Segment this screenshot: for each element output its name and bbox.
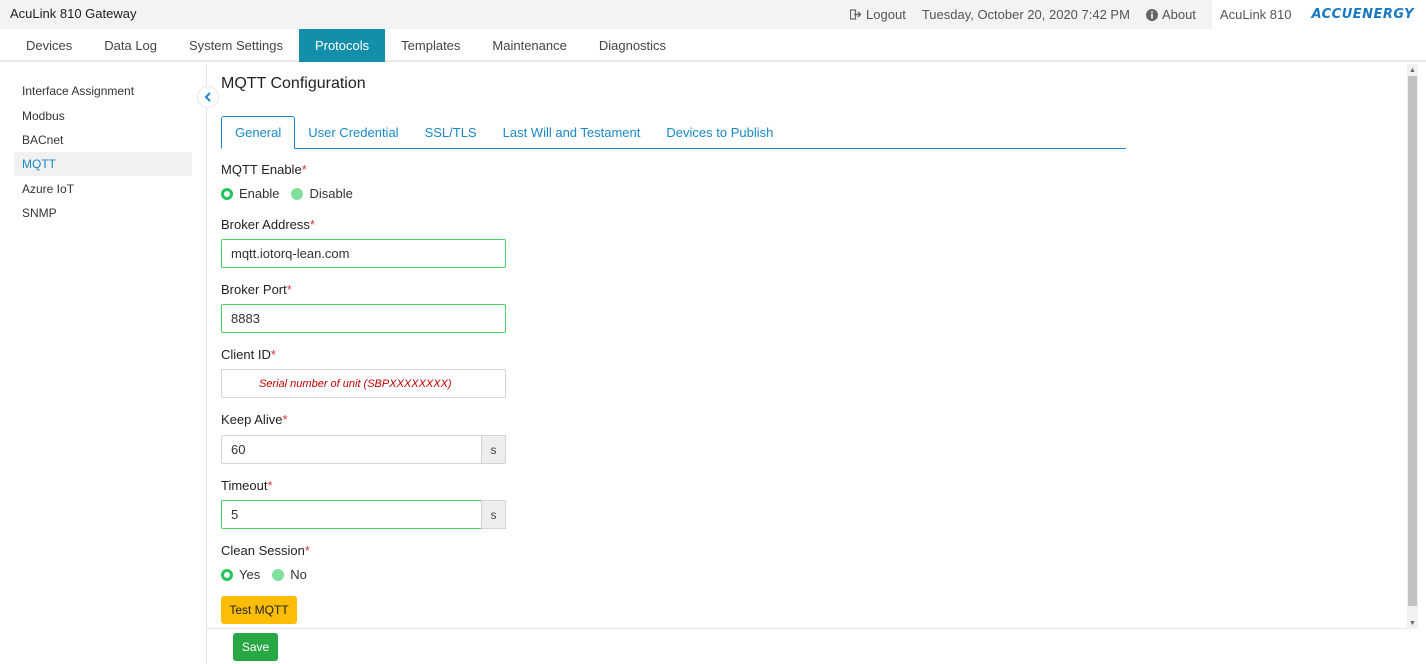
keep-alive-label-text: Keep Alive <box>221 412 283 427</box>
sidebar-collapse-button[interactable] <box>197 86 219 108</box>
test-mqtt-button[interactable]: Test MQTT <box>221 596 297 624</box>
vertical-scrollbar[interactable]: ▲ ▼ <box>1407 64 1418 629</box>
required-marker: * <box>301 162 307 177</box>
nav-templates[interactable]: Templates <box>385 29 476 62</box>
save-button[interactable]: Save <box>233 633 278 661</box>
top-bar: AcuLink 810 Gateway Logout Tuesday, Octo… <box>0 0 1426 29</box>
broker-port-label: Broker Port* <box>221 282 292 297</box>
logout-label: Logout <box>866 7 906 22</box>
tab-last-will[interactable]: Last Will and Testament <box>490 116 654 149</box>
info-circle-icon <box>1145 8 1158 21</box>
timeout-label: Timeout* <box>221 478 273 493</box>
sign-out-icon <box>850 9 862 20</box>
sidebar: Interface Assignment Modbus BACnet MQTT … <box>0 64 207 664</box>
radio-enable[interactable] <box>221 187 233 200</box>
client-id-label-text: Client ID <box>221 347 271 362</box>
required-marker: * <box>304 543 310 558</box>
clean-session-label-text: Clean Session <box>221 543 305 558</box>
about-label: About <box>1161 7 1196 22</box>
logo-text: ACCUENERGY <box>1311 7 1414 22</box>
config-tabs: General User Credential SSL/TLS Last Wil… <box>221 116 1126 149</box>
radio-disable[interactable] <box>291 187 304 200</box>
sidebar-item-mqtt[interactable]: MQTT <box>14 152 192 176</box>
timeout-value: 5 <box>231 507 239 522</box>
nav-data-log[interactable]: Data Log <box>88 29 173 62</box>
nav-protocols[interactable]: Protocols <box>298 29 386 62</box>
broker-port-input[interactable]: 8883 <box>221 304 506 333</box>
nav-devices[interactable]: Devices <box>0 29 88 62</box>
footer-divider <box>207 628 1407 629</box>
about-link[interactable]: About <box>1145 7 1196 22</box>
mqtt-enable-radios: Enable Disable <box>221 186 365 201</box>
scroll-down-arrow-icon[interactable]: ▼ <box>1407 618 1418 628</box>
top-right-group: Logout Tuesday, October 20, 2020 7:42 PM… <box>850 0 1426 29</box>
radio-enable-label[interactable]: Enable <box>239 186 279 201</box>
broker-port-label-text: Broker Port <box>221 282 287 297</box>
sidebar-item-interface-assignment[interactable]: Interface Assignment <box>14 79 192 103</box>
broker-address-label: Broker Address* <box>221 217 315 232</box>
required-marker: * <box>286 282 292 297</box>
radio-no[interactable] <box>272 568 285 581</box>
radio-no-label[interactable]: No <box>290 567 307 582</box>
brand-logo: ACCUENERGY <box>1301 0 1426 29</box>
scroll-up-arrow-icon[interactable]: ▲ <box>1407 65 1418 75</box>
sidebar-item-azure-iot[interactable]: Azure IoT <box>14 177 192 201</box>
tab-ssl-tls[interactable]: SSL/TLS <box>412 116 490 149</box>
tab-general[interactable]: General <box>221 116 296 149</box>
broker-address-value: mqtt.iotorq-lean.com <box>231 246 350 261</box>
required-marker: * <box>267 478 273 493</box>
logout-link[interactable]: Logout <box>850 7 906 22</box>
keep-alive-input[interactable]: 60 <box>221 435 482 464</box>
sidebar-item-snmp[interactable]: SNMP <box>14 201 192 225</box>
required-marker: * <box>309 217 315 232</box>
radio-yes[interactable] <box>221 568 233 581</box>
mqtt-enable-label: MQTT Enable* <box>221 162 307 177</box>
keep-alive-label: Keep Alive* <box>221 412 288 427</box>
client-id-input[interactable]: Serial number of unit (SBPXXXXXXXX) <box>221 369 506 398</box>
keep-alive-unit: s <box>481 435 506 464</box>
timeout-label-text: Timeout <box>221 478 268 493</box>
required-marker: * <box>282 412 288 427</box>
main-nav: Devices Data Log System Settings Protoco… <box>0 29 1426 62</box>
client-id-label: Client ID* <box>221 347 276 362</box>
page-title: MQTT Configuration <box>221 75 366 92</box>
chevron-left-icon <box>204 92 211 102</box>
datetime-display: Tuesday, October 20, 2020 7:42 PM <box>921 7 1130 22</box>
nav-maintenance[interactable]: Maintenance <box>476 29 582 62</box>
radio-disable-label[interactable]: Disable <box>309 186 352 201</box>
client-id-annotation: Serial number of unit (SBPXXXXXXXX) <box>259 377 452 390</box>
sidebar-item-bacnet[interactable]: BACnet <box>14 128 192 152</box>
nav-diagnostics[interactable]: Diagnostics <box>583 29 682 62</box>
required-marker: * <box>270 347 276 362</box>
broker-port-value: 8883 <box>231 311 260 326</box>
clean-session-radios: Yes No <box>221 567 319 582</box>
nav-system-settings[interactable]: System Settings <box>173 29 299 62</box>
sidebar-item-modbus[interactable]: Modbus <box>14 104 192 128</box>
keep-alive-value: 60 <box>231 442 246 457</box>
broker-address-label-text: Broker Address <box>221 217 310 232</box>
timeout-unit: s <box>481 500 506 529</box>
timeout-input[interactable]: 5 <box>221 500 482 529</box>
product-name: AcuLink 810 <box>1211 0 1302 29</box>
mqtt-enable-label-text: MQTT Enable <box>221 162 302 177</box>
app-title: AcuLink 810 Gateway <box>10 6 137 21</box>
clean-session-label: Clean Session* <box>221 543 310 558</box>
tab-user-credential[interactable]: User Credential <box>295 116 411 149</box>
tab-devices-to-publish[interactable]: Devices to Publish <box>653 116 786 149</box>
radio-yes-label[interactable]: Yes <box>239 567 260 582</box>
broker-address-input[interactable]: mqtt.iotorq-lean.com <box>221 239 506 268</box>
scroll-thumb[interactable] <box>1408 76 1417 606</box>
